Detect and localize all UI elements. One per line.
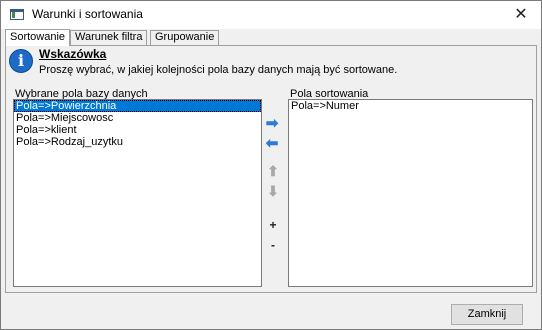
title-bar: Warunki i sortowania ✕ — [1, 1, 541, 29]
list-item[interactable]: Pola=>Numer — [289, 100, 532, 112]
list-item[interactable]: Pola=>Miejscowosc — [14, 112, 261, 124]
dialog-window: Warunki i sortowania ✕ Sortowanie Warune… — [0, 0, 542, 330]
hint-text: Proszę wybrać, w jakiej kolejności pola … — [39, 64, 398, 76]
sort-fields-listbox[interactable]: Pola=>Numer — [288, 99, 533, 287]
selected-fields-listbox[interactable]: Pola=>Powierzchnia Pola=>Miejscowosc Pol… — [13, 99, 262, 287]
tab-sortowanie[interactable]: Sortowanie — [5, 29, 71, 46]
move-left-icon[interactable]: ⬅ — [264, 136, 280, 151]
list-item[interactable]: Pola=>Powierzchnia — [14, 100, 261, 112]
move-down-icon[interactable]: ⬇ — [265, 184, 281, 198]
list-item[interactable]: Pola=>Rodzaj_uzytku — [14, 136, 261, 148]
tab-grupowanie[interactable]: Grupowanie — [150, 30, 220, 45]
sort-ascending-button[interactable]: + — [265, 218, 281, 232]
move-up-icon[interactable]: ⬆ — [265, 164, 281, 178]
move-right-icon[interactable]: ➡ — [264, 116, 280, 131]
sort-descending-button[interactable]: - — [265, 238, 281, 252]
app-icon — [10, 9, 24, 20]
close-icon[interactable]: ✕ — [501, 1, 541, 29]
tab-warunek-filtra[interactable]: Warunek filtra — [70, 30, 148, 45]
hint-title: Wskazówka — [39, 47, 107, 61]
info-icon: i — [9, 49, 33, 73]
list-item[interactable]: Pola=>klient — [14, 124, 261, 136]
window-title: Warunki i sortowania — [32, 7, 143, 21]
close-button[interactable]: Zamknij — [451, 304, 523, 325]
